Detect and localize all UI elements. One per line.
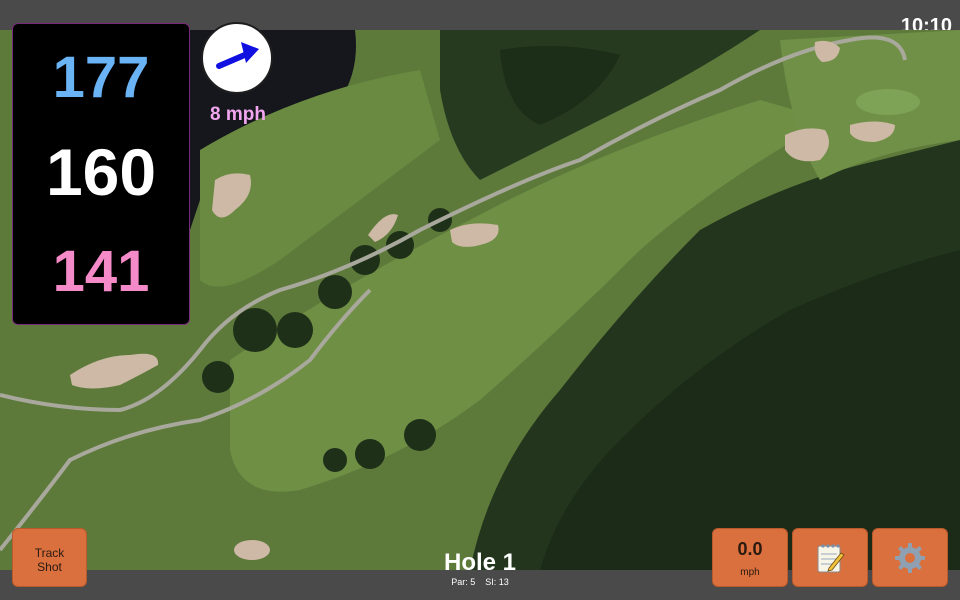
distance-back: 177 bbox=[52, 45, 150, 110]
settings-button[interactable] bbox=[872, 528, 948, 587]
wind-speed: 8 mph bbox=[210, 104, 266, 125]
distance-front: 141 bbox=[52, 239, 150, 304]
speed-value: 0.0 bbox=[737, 539, 763, 559]
track-shot-button[interactable]: Track Shot bbox=[12, 528, 87, 587]
hole-title: Hole 1 bbox=[443, 549, 517, 576]
gear-icon bbox=[895, 542, 925, 573]
wind-direction-dial bbox=[201, 22, 273, 94]
notes-button[interactable] bbox=[792, 528, 868, 587]
track-shot-label-line1: Track bbox=[34, 546, 65, 560]
track-shot-label-line2: Shot bbox=[37, 560, 62, 574]
hole-info: Par: 5 SI: 13 bbox=[380, 577, 580, 587]
hole-stroke-index: SI: 13 bbox=[485, 577, 509, 587]
speed-button[interactable]: 0.0 mph bbox=[712, 528, 788, 587]
hole-par: Par: 5 bbox=[451, 577, 476, 587]
distance-middle: 160 bbox=[45, 135, 157, 209]
speed-unit: mph bbox=[740, 567, 760, 578]
notepad-icon bbox=[817, 543, 845, 572]
arrow-icon bbox=[216, 42, 259, 69]
distance-panel: 177 160 141 bbox=[12, 23, 190, 325]
